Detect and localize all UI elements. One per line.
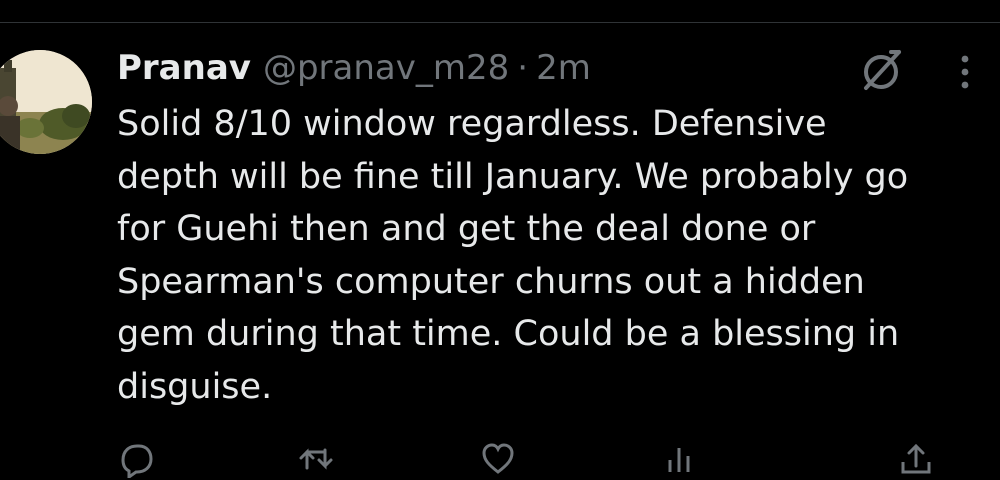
heart-icon xyxy=(482,443,514,474)
grok-icon[interactable] xyxy=(857,46,905,94)
share-button[interactable] xyxy=(897,440,935,478)
tweet-timestamp[interactable]: 2m xyxy=(536,48,591,88)
retweet-button[interactable] xyxy=(297,440,345,478)
header-separator: · xyxy=(517,48,529,88)
views-button[interactable] xyxy=(662,440,710,478)
views-icon xyxy=(668,448,690,472)
author-display-name[interactable]: Pranav xyxy=(117,48,251,88)
like-button[interactable] xyxy=(479,440,527,478)
reply-icon xyxy=(121,444,153,478)
reply-button[interactable] xyxy=(117,440,165,478)
avatar[interactable] xyxy=(0,50,92,154)
more-options-icon[interactable] xyxy=(950,52,980,92)
top-divider xyxy=(0,22,1000,23)
tweet-text: Solid 8/10 window regardless. Defensive … xyxy=(117,104,909,407)
share-icon xyxy=(901,443,931,474)
tweet-actions-bar xyxy=(117,440,977,480)
author-handle[interactable]: @pranav_m28 xyxy=(263,48,509,88)
profile-photo-icon xyxy=(0,50,92,154)
tweet-header: Pranav @pranav_m28 · 2m xyxy=(117,44,591,92)
retweet-icon xyxy=(299,448,333,470)
